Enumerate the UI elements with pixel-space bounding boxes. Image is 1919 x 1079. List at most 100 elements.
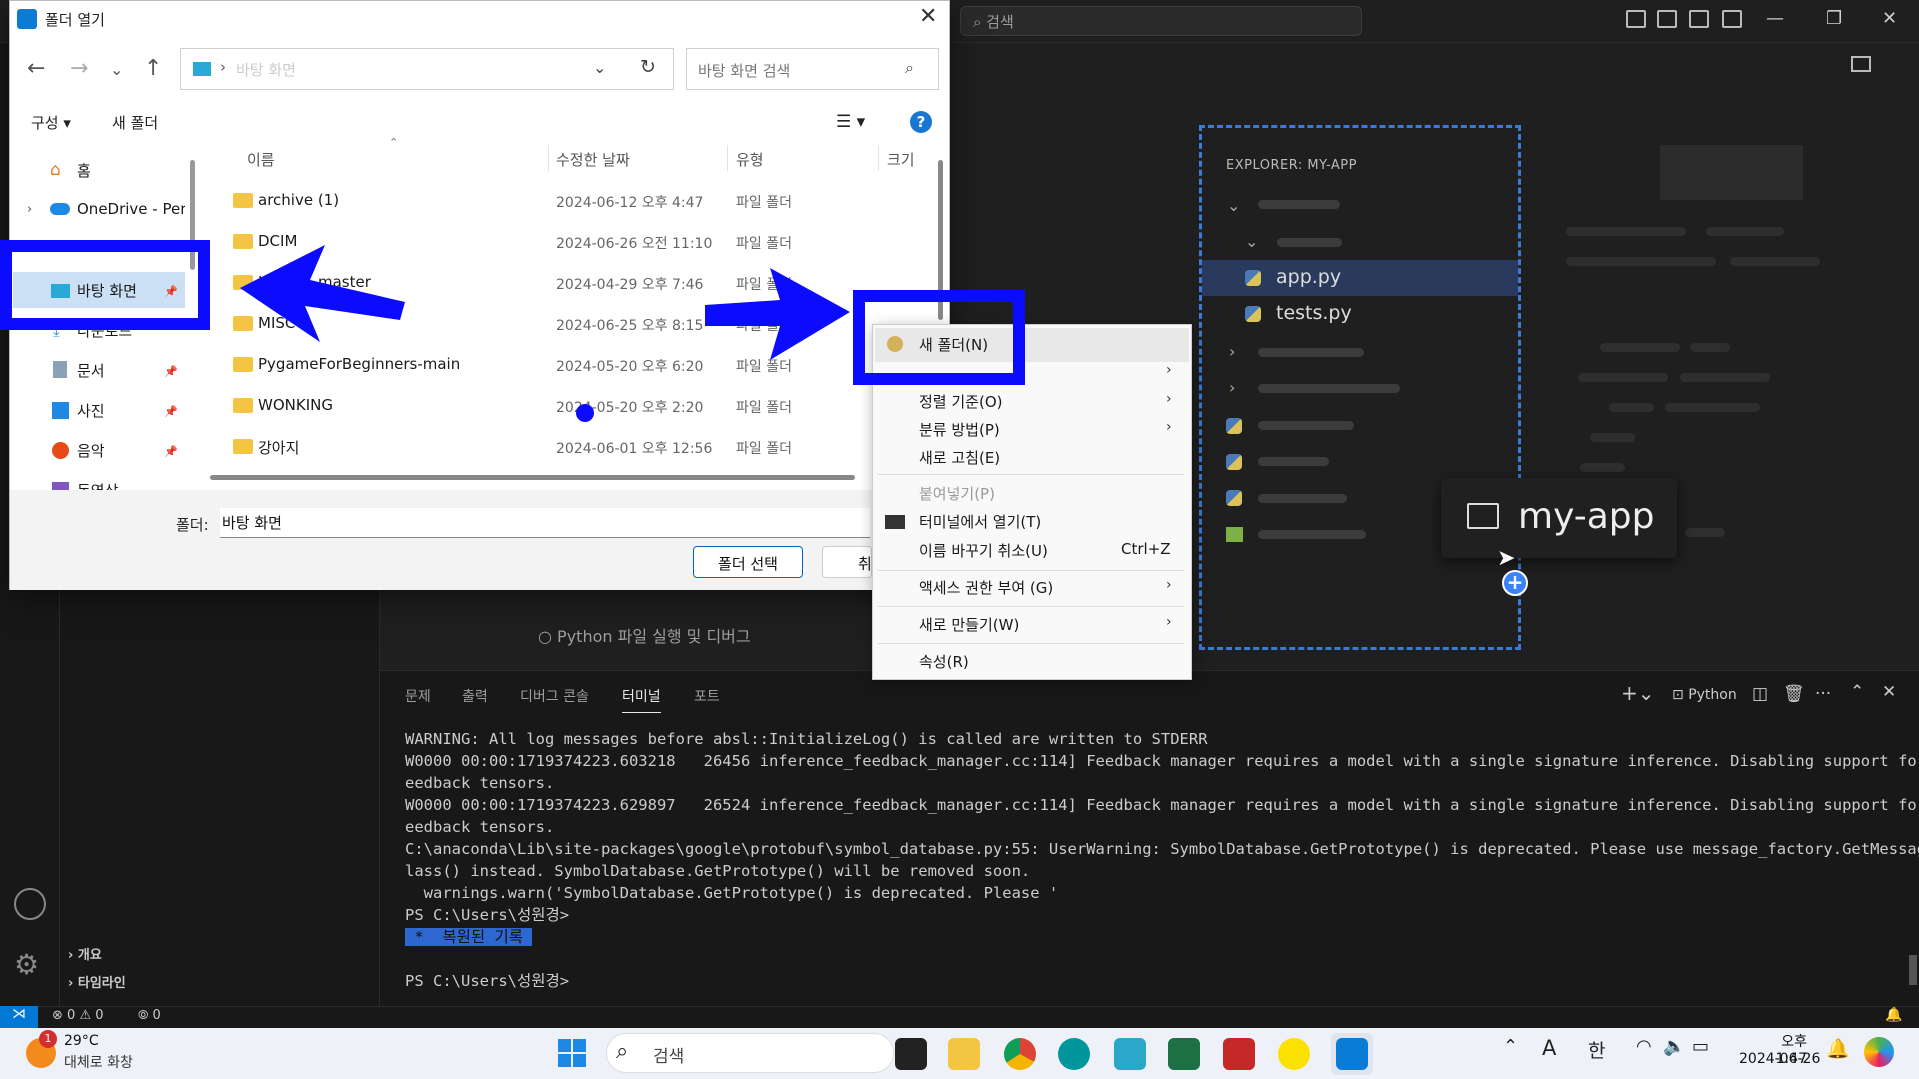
chrome-icon[interactable]: [1004, 1038, 1036, 1070]
notifications-bell-icon[interactable]: 🔔: [1885, 1007, 1902, 1023]
recent-locations-icon[interactable]: ⌄: [110, 60, 123, 79]
file-row-name[interactable]: archive (1): [258, 191, 339, 209]
nav-onedrive[interactable]: OneDrive - Pers: [77, 200, 185, 218]
ports-status[interactable]: ⦾ 0: [138, 1008, 161, 1023]
col-date[interactable]: 수정한 날짜: [556, 149, 630, 170]
clock-date[interactable]: 2024-06-26: [1739, 1051, 1820, 1067]
file-app-py[interactable]: app.py: [1276, 266, 1341, 288]
problems-status[interactable]: ⊗ 0 ⚠ 0: [52, 1008, 104, 1023]
tab-terminal[interactable]: 터미널: [622, 686, 661, 713]
menu-paste[interactable]: 붙여넣기(P): [919, 483, 995, 504]
terminal-scrollbar[interactable]: [1909, 955, 1917, 985]
excel-icon[interactable]: [1168, 1038, 1200, 1070]
dialog-close-icon[interactable]: ✕: [919, 4, 937, 29]
select-folder-button[interactable]: 폴더 선택: [693, 546, 803, 578]
file-row-name[interactable]: 강아지: [258, 437, 299, 458]
font-indicator[interactable]: A: [1542, 1036, 1556, 1060]
toggle-primary-sidebar-icon[interactable]: [1626, 10, 1646, 28]
back-arrow-icon[interactable]: ←: [27, 56, 45, 81]
weather-desc[interactable]: 대체로 화창: [64, 1052, 133, 1072]
volume-icon[interactable]: 🔈: [1663, 1036, 1685, 1057]
menu-sort-by[interactable]: 정렬 기준(O): [919, 391, 1002, 412]
menu-refresh[interactable]: 새로 고침(E): [919, 447, 1000, 468]
new-folder-button[interactable]: 새 폴더: [112, 112, 158, 133]
new-terminal-icon[interactable]: +⌄: [1621, 681, 1655, 705]
terminal-profile[interactable]: ⊡ Python: [1672, 687, 1737, 703]
menu-give-access[interactable]: 액세스 권한 부여 (G): [919, 577, 1053, 598]
file-row-name[interactable]: PygameForBeginners-main: [258, 355, 460, 373]
toggle-secondary-sidebar-icon[interactable]: [1689, 10, 1709, 28]
more-actions-icon[interactable]: ···: [1815, 684, 1831, 704]
tab-ports[interactable]: 포트: [694, 686, 720, 706]
notepad-icon[interactable]: [1114, 1038, 1146, 1070]
vscode-icon[interactable]: [1336, 1038, 1368, 1070]
forward-arrow-icon[interactable]: →: [70, 56, 88, 81]
col-type[interactable]: 유형: [736, 149, 764, 170]
nav-pictures[interactable]: 사진: [77, 400, 105, 421]
menu-new[interactable]: 새로 만들기(W): [919, 614, 1019, 635]
close-panel-icon[interactable]: ✕: [1882, 682, 1896, 702]
split-editor-icon[interactable]: [1851, 56, 1871, 72]
file-tests-py[interactable]: tests.py: [1276, 302, 1352, 324]
kakaotalk-icon[interactable]: [1278, 1038, 1310, 1070]
help-icon[interactable]: ?: [910, 111, 932, 133]
menu-open-in-terminal[interactable]: 터미널에서 열기(T): [919, 511, 1041, 532]
file-row-name[interactable]: WONKING: [258, 396, 333, 414]
pdf-reader-icon[interactable]: [1223, 1038, 1255, 1070]
menu-undo-rename[interactable]: 이름 바꾸기 취소(U): [919, 540, 1048, 561]
ime-indicator[interactable]: 한: [1588, 1036, 1605, 1063]
maximize-panel-icon[interactable]: ⌃: [1850, 682, 1864, 702]
menu-group-by[interactable]: 분류 방법(P): [919, 419, 1000, 440]
refresh-icon[interactable]: ↻: [640, 56, 656, 78]
battery-icon[interactable]: ▭: [1692, 1036, 1709, 1057]
minimize-icon[interactable]: —: [1766, 8, 1784, 29]
nav-home[interactable]: 홈: [77, 160, 91, 181]
tab-debug-console[interactable]: 디버그 콘솔: [520, 686, 589, 706]
toggle-panel-icon[interactable]: [1657, 10, 1677, 28]
expand-chevron-icon[interactable]: ›: [27, 202, 32, 217]
nav-videos[interactable]: 동영상: [77, 480, 118, 490]
copilot-icon[interactable]: [1864, 1037, 1894, 1067]
horizontal-scrollbar[interactable]: [210, 475, 855, 480]
pin-icon[interactable]: 📌: [164, 365, 178, 378]
wifi-icon[interactable]: ◠: [1636, 1036, 1652, 1057]
file-explorer-icon[interactable]: [948, 1038, 980, 1070]
outline-section[interactable]: › 개요: [68, 944, 102, 963]
folder-name-input[interactable]: 바탕 화면: [220, 508, 870, 538]
pin-icon[interactable]: 📌: [164, 445, 178, 458]
arduino-icon[interactable]: [1058, 1038, 1090, 1070]
remote-indicator-icon[interactable]: ⋊: [0, 1006, 38, 1028]
placeholder-bar: [1566, 227, 1686, 236]
dialog-search-input[interactable]: 바탕 화면 검색: [686, 48, 939, 90]
timeline-section[interactable]: › 타임라인: [68, 972, 126, 991]
cancel-button[interactable]: 취소: [822, 546, 872, 578]
notification-bell-icon[interactable]: 🔔: [1826, 1037, 1850, 1060]
weather-temp[interactable]: 29°C: [64, 1033, 99, 1049]
show-hidden-icons-icon[interactable]: ⌃: [1503, 1036, 1518, 1057]
view-options-icon[interactable]: ☰ ▾: [836, 112, 865, 132]
col-name[interactable]: 이름: [247, 149, 275, 170]
tab-problems[interactable]: 문제: [405, 686, 431, 706]
manage-gear-icon[interactable]: ⚙: [14, 948, 39, 981]
address-dropdown-icon[interactable]: ⌄: [593, 58, 606, 77]
nav-documents[interactable]: 문서: [77, 360, 105, 381]
tab-output[interactable]: 출력: [462, 686, 488, 706]
menu-properties[interactable]: 속성(R): [919, 651, 969, 672]
task-view-icon[interactable]: [895, 1038, 927, 1070]
up-arrow-icon[interactable]: ↑: [144, 56, 162, 81]
accounts-icon[interactable]: [14, 888, 46, 920]
organize-menu[interactable]: 구성 ▾: [31, 112, 71, 133]
col-size[interactable]: 크기: [887, 149, 915, 170]
close-window-icon[interactable]: ✕: [1882, 8, 1897, 29]
taskbar-search[interactable]: 검색: [606, 1033, 894, 1073]
command-center-search[interactable]: ⌕ 검색: [960, 6, 1362, 36]
customize-layout-icon[interactable]: [1722, 10, 1742, 28]
pin-icon[interactable]: 📌: [164, 405, 178, 418]
nav-music[interactable]: 음악: [77, 440, 105, 461]
kill-terminal-icon[interactable]: 🗑: [1783, 684, 1805, 704]
split-terminal-icon[interactable]: ◫: [1752, 684, 1768, 704]
restore-icon[interactable]: ❐: [1826, 8, 1842, 29]
terminal-output[interactable]: WARNING: All log messages before absl::I…: [405, 728, 1919, 992]
start-icon[interactable]: [558, 1039, 586, 1067]
run-python-hint[interactable]: ○ Python 파일 실행 및 디버그: [538, 623, 751, 647]
